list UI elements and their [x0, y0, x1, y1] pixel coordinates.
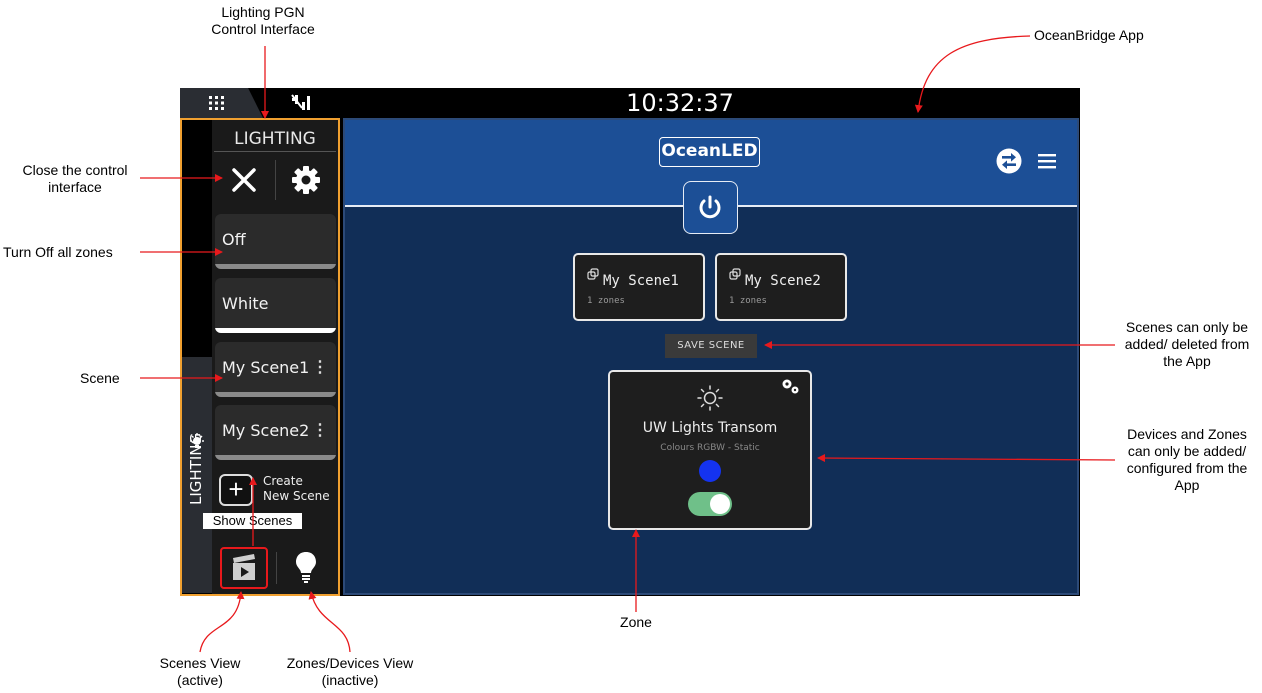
annotation-line: Devices and Zones	[1127, 426, 1247, 442]
scene-label: My Scene1	[222, 358, 310, 377]
scene-color-bar	[215, 264, 336, 269]
scene-color-bar	[215, 328, 336, 333]
zone-name: UW Lights Transom	[642, 420, 778, 436]
close-icon[interactable]	[226, 162, 262, 198]
annotation-line: the App	[1163, 353, 1211, 369]
app-scene-card[interactable]: My Scene1 1 zones	[573, 253, 705, 321]
annotation-line: configured from the	[1126, 460, 1248, 476]
annotation-line: Zones/Devices View	[286, 655, 414, 671]
scene-card-my-scene1[interactable]: My Scene1 ⋮	[215, 342, 336, 397]
more-options-icon[interactable]: ⋮	[312, 357, 328, 377]
more-options-icon[interactable]: ⋮	[312, 420, 328, 440]
annotation-line: can only be added/	[1127, 443, 1247, 459]
divider	[275, 160, 276, 200]
hamburger-menu-icon[interactable]	[1036, 151, 1058, 171]
annotation-line: Control Interface	[211, 21, 315, 37]
save-scene-button[interactable]: SAVE SCENE	[665, 334, 757, 358]
annotation-devices-zones: Devices and Zones can only be added/ con…	[1112, 426, 1262, 494]
annotation-line: (inactive)	[321, 672, 379, 688]
create-scene-line2: New Scene	[263, 489, 330, 503]
scene-zone-count: 1 zones	[729, 296, 767, 306]
divider	[276, 552, 277, 584]
annotation-scenes-view: Scenes View (active)	[140, 655, 260, 689]
no-gps-signal-icon	[290, 92, 314, 112]
create-scene-line1: Create	[263, 474, 303, 488]
divider	[214, 151, 336, 152]
create-scene-label: Create New Scene	[263, 474, 333, 504]
annotation-close: Close the control interface	[0, 162, 150, 196]
scene-label: Off	[222, 230, 246, 249]
annotation-line: interface	[48, 179, 102, 195]
settings-cogs-icon[interactable]	[780, 378, 802, 396]
side-tab-label: LIGHTING	[187, 432, 205, 505]
scene-icon	[729, 267, 741, 280]
annotation-scenes-only: Scenes can only be added/ deleted from t…	[1112, 319, 1262, 370]
annotation-scene: Scene	[80, 370, 120, 386]
scene-zone-count: 1 zones	[587, 296, 625, 306]
zone-color-swatch[interactable]	[699, 460, 721, 482]
sync-icon[interactable]	[996, 148, 1022, 174]
sun-icon	[696, 384, 724, 412]
annotation-line: added/ deleted from	[1124, 336, 1250, 352]
panel-title: LIGHTING	[234, 129, 316, 149]
scene-color-bar	[215, 455, 336, 460]
gear-icon[interactable]	[290, 164, 322, 196]
annotation-line: App	[1174, 477, 1200, 493]
app-scene-card[interactable]: My Scene2 1 zones	[715, 253, 847, 321]
power-icon[interactable]	[695, 192, 725, 222]
oceanled-logo: OceanLED	[659, 137, 760, 167]
annotation-zone: Zone	[620, 614, 652, 630]
scene-icon	[587, 267, 599, 280]
clapperboard-icon[interactable]	[230, 552, 258, 582]
scene-name: My Scene1	[603, 273, 679, 289]
clock: 10:32:37	[626, 89, 734, 117]
annotation-line: Scenes View	[159, 655, 241, 671]
annotation-zones-view: Zones/Devices View (inactive)	[275, 655, 425, 689]
plus-icon[interactable]: +	[219, 474, 253, 506]
annotation-lighting-pgn: Lighting PGN Control Interface	[198, 4, 328, 38]
annotation-line: Scenes can only be	[1125, 319, 1249, 335]
lightbulb-icon[interactable]	[295, 550, 317, 584]
annotation-turn-off: Turn Off all zones	[3, 244, 113, 260]
scene-label: White	[222, 294, 269, 313]
toggle-knob	[710, 494, 730, 514]
grid-icon[interactable]	[208, 95, 226, 111]
scene-color-bar	[215, 392, 336, 397]
show-scenes-tooltip: Show Scenes	[203, 513, 302, 529]
scene-label: My Scene2	[222, 421, 310, 440]
scene-name: My Scene2	[745, 273, 821, 289]
scene-card-off[interactable]: Off	[215, 214, 336, 269]
scene-card-my-scene2[interactable]: My Scene2 ⋮	[215, 405, 336, 460]
annotation-line: Lighting PGN	[221, 4, 305, 20]
scene-card-white[interactable]: White	[215, 278, 336, 333]
annotation-line: Close the control	[22, 162, 128, 178]
zone-subtitle: Colours RGBW - Static	[660, 443, 760, 453]
annotation-oceanbridge: OceanBridge App	[1034, 27, 1144, 43]
annotation-line: (active)	[177, 672, 223, 688]
